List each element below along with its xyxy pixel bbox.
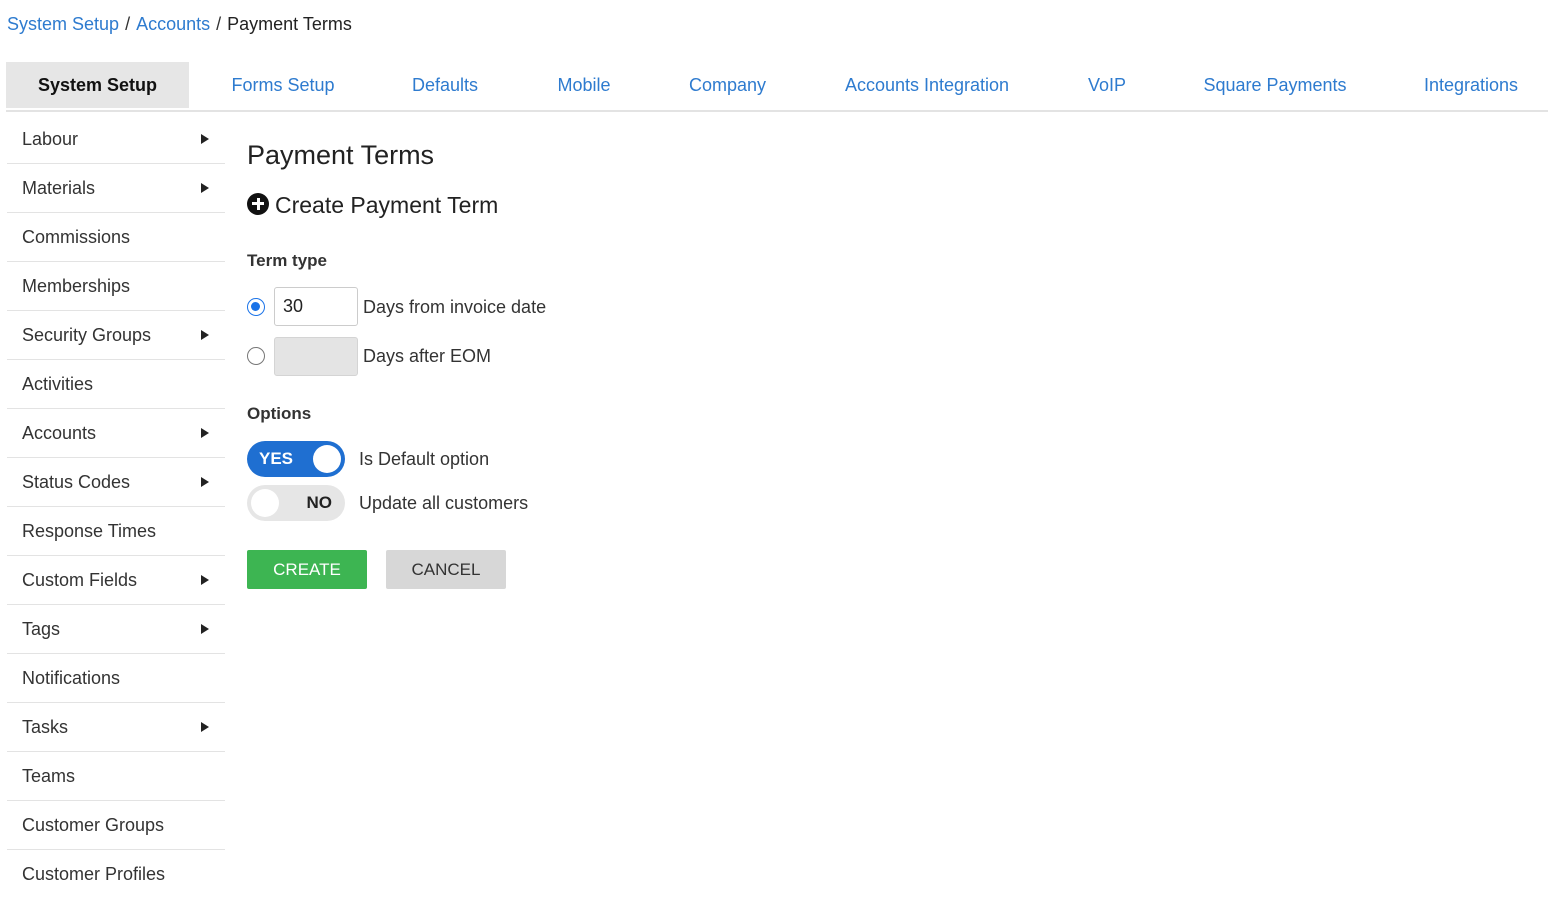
tab-integrations[interactable]: Integrations bbox=[1406, 62, 1536, 108]
sidebar-item-customer-profiles[interactable]: Customer Profiles bbox=[7, 850, 225, 899]
sidebar-item-response-times[interactable]: Response Times bbox=[7, 507, 225, 556]
create-payment-term-heading: Create Payment Term bbox=[247, 192, 498, 219]
term-type-label: Term type bbox=[247, 251, 327, 270]
sidebar-item-custom-fields[interactable]: Custom Fields bbox=[7, 556, 225, 605]
sidebar-item-label: Customer Profiles bbox=[22, 864, 166, 884]
sidebar-item-label: Commissions bbox=[22, 227, 131, 247]
sidebar-item-label: Memberships bbox=[22, 276, 131, 296]
tab-forms-setup[interactable]: Forms Setup bbox=[196, 62, 370, 108]
plus-circle-icon bbox=[247, 192, 269, 215]
sidebar-item-commissions[interactable]: Commissions bbox=[7, 213, 225, 262]
sidebar-item-materials[interactable]: Materials bbox=[7, 164, 225, 213]
page-title: Payment Terms bbox=[247, 140, 435, 170]
sidebar-item-label: Tasks bbox=[22, 717, 69, 737]
toggle-state-label: YES bbox=[259, 449, 294, 468]
breadcrumb-current: Payment Terms bbox=[227, 14, 352, 34]
tab-system-setup[interactable]: System Setup bbox=[6, 62, 189, 108]
sidebar-item-label: Response Times bbox=[22, 521, 157, 541]
days-from-invoice-label: Days from invoice date bbox=[363, 297, 547, 317]
sidebar-item-label: Accounts bbox=[22, 423, 97, 443]
toggle-state-label: NO bbox=[306, 493, 333, 512]
sidebar-item-tasks[interactable]: Tasks bbox=[7, 703, 225, 752]
days-after-eom-label: Days after EOM bbox=[363, 346, 492, 366]
caret-right-icon bbox=[201, 330, 209, 340]
sidebar-item-label: Tags bbox=[22, 619, 61, 639]
tab-voip[interactable]: VoIP bbox=[1068, 62, 1146, 108]
breadcrumb-link-accounts[interactable]: Accounts bbox=[136, 14, 210, 34]
days-after-eom-input[interactable] bbox=[274, 337, 358, 376]
breadcrumb: System Setup / Accounts / Payment Terms bbox=[7, 13, 352, 35]
sidebar-item-label: Security Groups bbox=[22, 325, 152, 345]
toggle-knob bbox=[313, 445, 341, 473]
sidebar-item-teams[interactable]: Teams bbox=[7, 752, 225, 801]
sidebar-item-customer-groups[interactable]: Customer Groups bbox=[7, 801, 225, 850]
sidebar-item-security-groups[interactable]: Security Groups bbox=[7, 311, 225, 360]
sidebar-item-labour[interactable]: Labour bbox=[7, 115, 225, 164]
sidebar-item-label: Labour bbox=[22, 129, 79, 149]
caret-right-icon bbox=[201, 722, 209, 732]
sidebar-item-label: Customer Groups bbox=[22, 815, 165, 835]
sidebar-item-label: Teams bbox=[22, 766, 76, 786]
update-all-customers-label: Update all customers bbox=[359, 493, 529, 513]
caret-right-icon bbox=[201, 624, 209, 634]
days-from-invoice-input[interactable] bbox=[274, 287, 358, 326]
caret-right-icon bbox=[201, 477, 209, 487]
tab-defaults[interactable]: Defaults bbox=[386, 62, 504, 108]
options-label: Options bbox=[247, 404, 312, 423]
cancel-button[interactable]: CANCEL bbox=[386, 550, 506, 589]
create-heading-text: Create Payment Term bbox=[275, 192, 499, 218]
sidebar-item-memberships[interactable]: Memberships bbox=[7, 262, 225, 311]
tab-mobile[interactable]: Mobile bbox=[534, 62, 634, 108]
sidebar-item-label: Custom Fields bbox=[22, 570, 138, 590]
tab-square-payments[interactable]: Square Payments bbox=[1186, 62, 1364, 108]
sidebar-item-label: Status Codes bbox=[22, 472, 131, 492]
create-button[interactable]: CREATE bbox=[247, 550, 367, 589]
sidebar-item-notifications[interactable]: Notifications bbox=[7, 654, 225, 703]
caret-right-icon bbox=[201, 575, 209, 585]
tab-company[interactable]: Company bbox=[670, 62, 785, 108]
radio-days-after-eom[interactable] bbox=[247, 347, 265, 365]
radio-days-from-invoice[interactable] bbox=[247, 298, 265, 316]
sidebar-item-status-codes[interactable]: Status Codes bbox=[7, 458, 225, 507]
is-default-toggle[interactable]: YES bbox=[247, 441, 345, 477]
tab-accounts-integration[interactable]: Accounts Integration bbox=[824, 62, 1030, 108]
sidebar-item-accounts[interactable]: Accounts bbox=[7, 409, 225, 458]
breadcrumb-separator: / bbox=[125, 14, 131, 34]
sidebar-item-activities[interactable]: Activities bbox=[7, 360, 225, 409]
caret-right-icon bbox=[201, 183, 209, 193]
sidebar-item-label: Materials bbox=[22, 178, 96, 198]
caret-right-icon bbox=[201, 134, 209, 144]
toggle-knob bbox=[251, 489, 279, 517]
breadcrumb-separator: / bbox=[216, 14, 222, 34]
is-default-label: Is Default option bbox=[359, 449, 490, 469]
top-tab-bar: System Setup Forms Setup Defaults Mobile… bbox=[6, 62, 1548, 112]
update-all-customers-toggle[interactable]: NO bbox=[247, 485, 345, 521]
sidebar-item-label: Activities bbox=[22, 374, 94, 394]
sidebar-item-tags[interactable]: Tags bbox=[7, 605, 225, 654]
caret-right-icon bbox=[201, 428, 209, 438]
sidebar: Labour Materials Commissions Memberships… bbox=[7, 115, 225, 899]
breadcrumb-link-system-setup[interactable]: System Setup bbox=[7, 14, 119, 34]
sidebar-item-label: Notifications bbox=[22, 668, 121, 688]
